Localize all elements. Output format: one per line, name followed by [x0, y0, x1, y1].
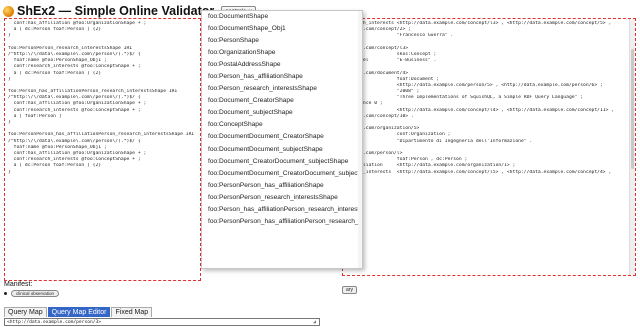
- app-title: ShEx2 — Simple Online Validator: [17, 4, 215, 18]
- query-map-text: <http://data.example.com/person/3>: [7, 320, 102, 325]
- tab-query-map[interactable]: Query Map: [4, 307, 47, 317]
- dropdown-option[interactable]: foo:DocumentDocument_subjectShape: [202, 144, 362, 156]
- dropdown-option[interactable]: foo:PersonPerson_has_affiliationPerson_r…: [202, 216, 362, 228]
- dropdown-option[interactable]: foo:Document_CreatorShape: [202, 95, 362, 107]
- tab-fixed-map[interactable]: Fixed Map: [111, 307, 153, 317]
- code-line: foo:PersonPerson_has_affiliationPerson_r…: [8, 132, 195, 138]
- shape-dropdown[interactable]: foo:DocumentShape foo:DocumentShape_Obj1 f…: [201, 10, 363, 269]
- data-scroll-thumb[interactable]: [631, 49, 634, 169]
- dropdown-option[interactable]: foo:OrganizationShape: [202, 47, 362, 59]
- dropdown-option[interactable]: foo:DocumentShape_Obj1: [202, 23, 362, 35]
- data-text[interactable]: esearch_interests <http://data.example.c…: [343, 19, 635, 178]
- data-scrollbar[interactable]: [629, 19, 635, 275]
- dropdown-option[interactable]: foo:Person_research_interestsShape: [202, 83, 362, 95]
- query-tabs: Query Map Query Map Editor Fixed Map: [4, 307, 153, 317]
- dropdown-scrollbar[interactable]: [358, 11, 362, 268]
- dropdown-option[interactable]: foo:DocumentDocument_CreatorShape: [202, 131, 362, 143]
- resize-handle-icon[interactable]: ◢: [313, 320, 318, 325]
- tab-query-map-editor[interactable]: Query Map Editor: [47, 307, 111, 317]
- data-editor[interactable]: esearch_interests <http://data.example.c…: [342, 18, 636, 276]
- bullet-icon: [4, 292, 7, 295]
- data-button[interactable]: ary: [342, 286, 357, 294]
- manifest-item: clinical observation: [4, 290, 60, 297]
- schema-text[interactable]: conf:has_affiliation @foo:OrganizationSh…: [5, 19, 200, 178]
- schema-editor[interactable]: conf:has_affiliation @foo:OrganizationSh…: [4, 18, 201, 281]
- code-line: ubject <http://data.example.com/concept/…: [346, 107, 615, 113]
- dropdown-option[interactable]: foo:DocumentShape: [202, 11, 362, 23]
- dropdown-option[interactable]: foo:Document_CreatorDocument_subjectShap…: [202, 156, 362, 168]
- dropdown-option[interactable]: foo:PersonPerson_research_interestsShape: [202, 192, 362, 204]
- dropdown-option[interactable]: foo:Person_has_affiliationPerson_researc…: [202, 204, 362, 216]
- dropdown-option[interactable]: foo:Document_subjectShape: [202, 107, 362, 119]
- dropdown-option[interactable]: foo:PersonPerson_has_affiliationShape: [202, 180, 362, 192]
- dropdown-option[interactable]: foo:ConceptShape: [202, 119, 362, 131]
- shape-dropdown-list: foo:DocumentShape foo:DocumentShape_Obj1 f…: [202, 11, 362, 228]
- code-line: search_interests <http://data.example.co…: [346, 169, 612, 175]
- manifest-title: Manifest:: [4, 281, 33, 288]
- dropdown-option[interactable]: foo:DocumentDocument_CreatorDocument_sub…: [202, 168, 362, 180]
- manifest-section: Manifest: clinical observation: [4, 281, 60, 297]
- dropdown-option[interactable]: foo:PostalAddressShape: [202, 59, 362, 71]
- manifest-entry-button[interactable]: clinical observation: [11, 290, 60, 297]
- code-line: }: [8, 169, 11, 175]
- query-map-input[interactable]: <http://data.example.com/person/3> ◢: [4, 318, 320, 326]
- shex-logo-icon: [3, 5, 14, 17]
- dropdown-option[interactable]: foo:PersonShape: [202, 35, 362, 47]
- dropdown-option[interactable]: foo:Person_has_affiliationShape: [202, 71, 362, 83]
